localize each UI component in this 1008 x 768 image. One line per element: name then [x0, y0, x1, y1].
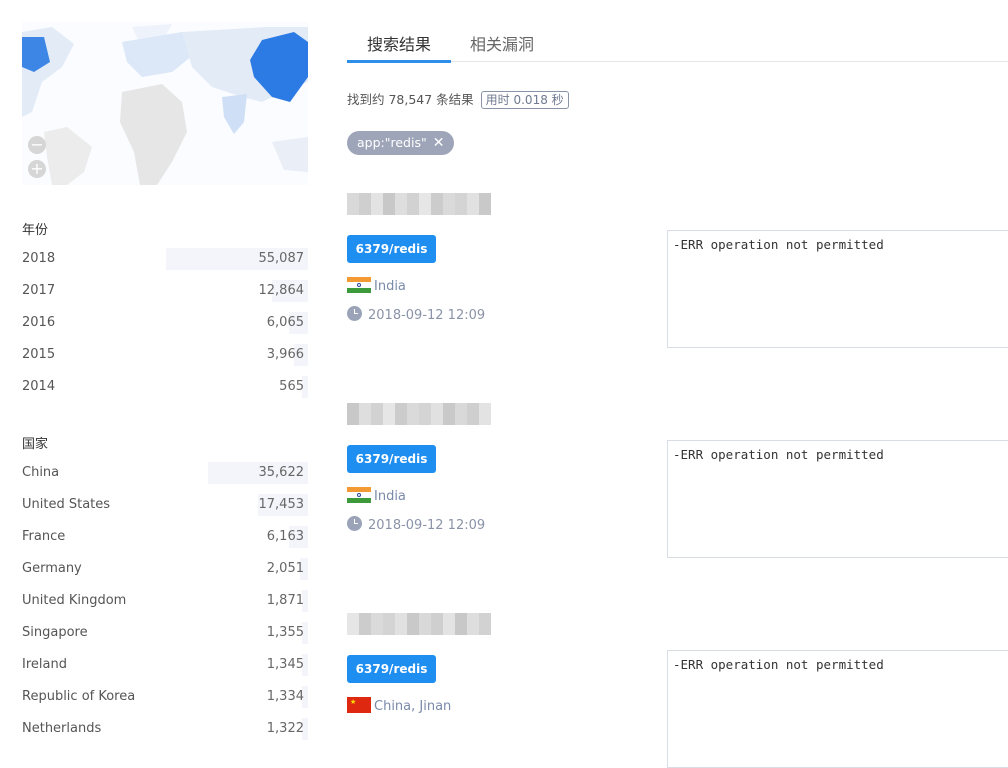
- country-facet-count: 17,453: [258, 497, 305, 512]
- year-facet-label: 2015: [22, 347, 56, 362]
- result-location-text: China, Jinan: [374, 699, 452, 714]
- country-facet-count: 35,622: [258, 465, 305, 480]
- result-timestamp-text: 2018-09-12 12:09: [368, 518, 486, 533]
- year-facet-row[interactable]: 2016 6,065: [22, 312, 308, 334]
- tab-related-vulnerabilities[interactable]: 相关漏洞: [470, 31, 534, 55]
- result-ip-redacted[interactable]: [347, 613, 492, 635]
- country-facet-title: 国家: [22, 437, 49, 452]
- results-tabs: 搜索结果 相关漏洞: [347, 28, 1008, 63]
- country-facet-count: 1,322: [266, 721, 304, 736]
- country-facet-label: United Kingdom: [22, 593, 127, 608]
- clock-icon: [347, 306, 362, 321]
- tab-search-results[interactable]: 搜索结果: [347, 31, 451, 63]
- year-facet-count: 565: [279, 379, 304, 394]
- country-facet-label: China: [22, 465, 60, 480]
- query-time-badge: 用时 0.018 秒: [480, 91, 569, 109]
- result-count-text: 找到约 78,547 条结果: [347, 92, 474, 107]
- year-facet-label: 2014: [22, 379, 56, 394]
- map-zoom-out-button[interactable]: −: [28, 136, 46, 154]
- port-tag[interactable]: 6379/redis: [347, 235, 436, 263]
- country-facet-count: 2,051: [266, 561, 304, 576]
- country-facet-row[interactable]: United States 17,453: [22, 494, 308, 516]
- country-facet-row[interactable]: Republic of Korea 1,334: [22, 686, 308, 708]
- india-flag-icon: [347, 487, 371, 503]
- india-flag-icon: [347, 277, 371, 293]
- filter-chip[interactable]: app:"redis" ✕: [347, 131, 455, 155]
- country-facet-label: United States: [22, 497, 111, 512]
- country-facet-count: 1,334: [266, 689, 304, 704]
- filter-chip-label: app:"redis": [357, 135, 427, 150]
- year-facet-count: 6,065: [266, 315, 304, 330]
- map-zoom-in-button[interactable]: +: [28, 160, 46, 178]
- result-ip-redacted[interactable]: [347, 403, 492, 425]
- world-map-graphic: [22, 22, 308, 185]
- country-facet-row[interactable]: Singapore 1,355: [22, 622, 308, 644]
- year-facet-row[interactable]: 2018 55,087: [22, 248, 308, 270]
- year-facet-count: 12,864: [258, 283, 305, 298]
- country-facet-row[interactable]: China 35,622: [22, 462, 308, 484]
- country-facet-label: Germany: [22, 561, 82, 576]
- result-location-text: India: [374, 279, 406, 294]
- country-facet-row[interactable]: France 6,163: [22, 526, 308, 548]
- port-tag[interactable]: 6379/redis: [347, 445, 436, 473]
- result-location[interactable]: India: [347, 277, 406, 294]
- result-location-text: India: [374, 489, 406, 504]
- country-facet-label: Republic of Korea: [22, 689, 136, 704]
- result-ip-redacted[interactable]: [347, 193, 492, 215]
- year-facet-count: 55,087: [258, 251, 305, 266]
- country-facet-count: 1,345: [266, 657, 304, 672]
- china-flag-icon: ★: [347, 697, 371, 713]
- country-facet-label: France: [22, 529, 66, 544]
- country-facet-count: 1,355: [266, 625, 304, 640]
- result-banner: -ERR operation not permitted: [667, 230, 1008, 348]
- close-icon[interactable]: ✕: [433, 135, 445, 151]
- port-tag[interactable]: 6379/redis: [347, 655, 436, 683]
- result-banner: -ERR operation not permitted: [667, 650, 1008, 768]
- year-facet-label: 2016: [22, 315, 56, 330]
- clock-icon: [347, 516, 362, 531]
- country-facet-count: 1,871: [266, 593, 304, 608]
- year-facet-label: 2017: [22, 283, 56, 298]
- year-facet-row[interactable]: 2017 12,864: [22, 280, 308, 302]
- year-facet-label: 2018: [22, 251, 56, 266]
- result-summary: 找到约 78,547 条结果 用时 0.018 秒: [347, 89, 569, 109]
- result-location[interactable]: India: [347, 487, 406, 504]
- result-banner: -ERR operation not permitted: [667, 440, 1008, 558]
- year-facet-count: 3,966: [266, 347, 304, 362]
- country-facet-row[interactable]: United Kingdom 1,871: [22, 590, 308, 612]
- year-facet-title: 年份: [22, 223, 49, 238]
- result-timestamp-text: 2018-09-12 12:09: [368, 308, 486, 323]
- year-facet-row[interactable]: 2014 565: [22, 376, 308, 398]
- world-map[interactable]: [22, 22, 308, 185]
- year-facet-row[interactable]: 2015 3,966: [22, 344, 308, 366]
- result-timestamp: 2018-09-12 12:09: [347, 516, 485, 533]
- country-facet-row[interactable]: Netherlands 1,322: [22, 718, 308, 740]
- country-facet-label: Netherlands: [22, 721, 102, 736]
- country-facet-row[interactable]: Germany 2,051: [22, 558, 308, 580]
- country-facet-row[interactable]: Ireland 1,345: [22, 654, 308, 676]
- country-facet-label: Ireland: [22, 657, 67, 672]
- country-facet-count: 6,163: [266, 529, 304, 544]
- result-timestamp: 2018-09-12 12:09: [347, 306, 485, 323]
- result-location[interactable]: ★ China, Jinan: [347, 697, 451, 714]
- country-facet-label: Singapore: [22, 625, 88, 640]
